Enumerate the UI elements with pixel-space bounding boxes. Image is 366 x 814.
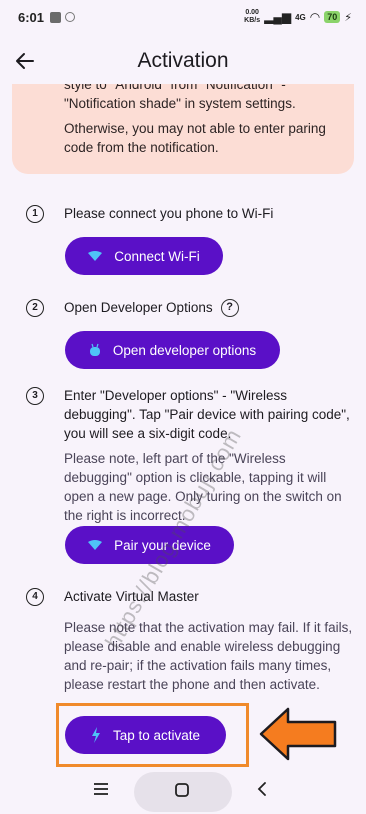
arrow-pointer-icon	[259, 707, 337, 761]
step-number: 1	[26, 205, 44, 223]
help-icon[interactable]: ?	[220, 299, 239, 318]
button-label: Tap to activate	[112, 727, 201, 743]
button-label: Open developer options	[112, 342, 257, 358]
step-3: 3 Enter "Developer options" - "Wireless …	[26, 386, 356, 525]
connect-wifi-button[interactable]: Connect Wi-Fi	[65, 237, 223, 275]
network-type: 4G	[295, 12, 306, 22]
menu-nav-button[interactable]	[94, 782, 108, 800]
step-note: Please note, left part of the "Wireless …	[64, 451, 342, 523]
app-bar: Activation	[0, 38, 366, 84]
open-developer-options-button[interactable]: Open developer options	[65, 331, 280, 369]
bars-signal-icon: ▂▄▆	[264, 10, 292, 24]
step-1: 1 Please connect you phone to Wi-Fi	[26, 204, 356, 223]
back-nav-button[interactable]	[257, 782, 267, 801]
step-text: Open Developer Options?	[64, 298, 356, 318]
chevron-left-icon	[257, 782, 266, 796]
warning-box: style to "Android" from "Notification" -…	[12, 84, 354, 174]
tap-to-activate-button[interactable]: Tap to activate	[65, 716, 226, 754]
step-number: 2	[26, 299, 44, 317]
step-4: 4 Activate Virtual Master Please note th…	[26, 587, 356, 704]
back-button[interactable]	[5, 41, 45, 81]
battery-indicator: 70	[324, 11, 341, 23]
navigation-bar	[0, 772, 366, 814]
step-number: 3	[26, 387, 44, 405]
step-text: Please connect you phone to Wi-Fi	[64, 206, 274, 221]
home-square-icon	[175, 783, 189, 797]
wifi-status-icon: ◠	[309, 10, 321, 24]
notification-icon-2	[65, 12, 76, 22]
step-2: 2 Open Developer Options?	[26, 298, 356, 318]
step-number: 4	[26, 588, 44, 606]
pair-device-button[interactable]: Pair your device	[65, 526, 234, 564]
android-bug-icon	[89, 343, 100, 356]
button-label: Connect Wi-Fi	[114, 248, 200, 264]
step-text: Activate Virtual Master	[64, 589, 199, 604]
warning-text-1: style to "Android" from "Notification" -…	[64, 84, 296, 111]
warning-text-2: Otherwise, you may not able to enter par…	[64, 121, 326, 155]
wifi-icon	[88, 251, 103, 261]
step-text: Enter "Developer options" - "Wireless de…	[64, 388, 350, 441]
arrow-left-icon	[16, 53, 34, 69]
step-note: Please note that the activation may fail…	[64, 620, 353, 692]
wifi-icon	[88, 540, 103, 550]
status-bar: 6:01 0.00 KB/s ▂▄▆ 4G ◠ 70 ⚡	[0, 0, 366, 34]
lightning-icon	[91, 727, 100, 743]
net-speed: 0.00 KB/s	[244, 9, 261, 24]
home-nav-button[interactable]	[175, 783, 189, 802]
notification-icon	[50, 11, 62, 23]
status-time: 6:01	[18, 9, 45, 25]
menu-icon	[94, 783, 108, 795]
step-text-label: Open Developer Options	[64, 300, 213, 315]
charging-icon: ⚡	[344, 11, 352, 24]
page-title: Activation	[137, 49, 229, 72]
button-label: Pair your device	[114, 537, 211, 553]
